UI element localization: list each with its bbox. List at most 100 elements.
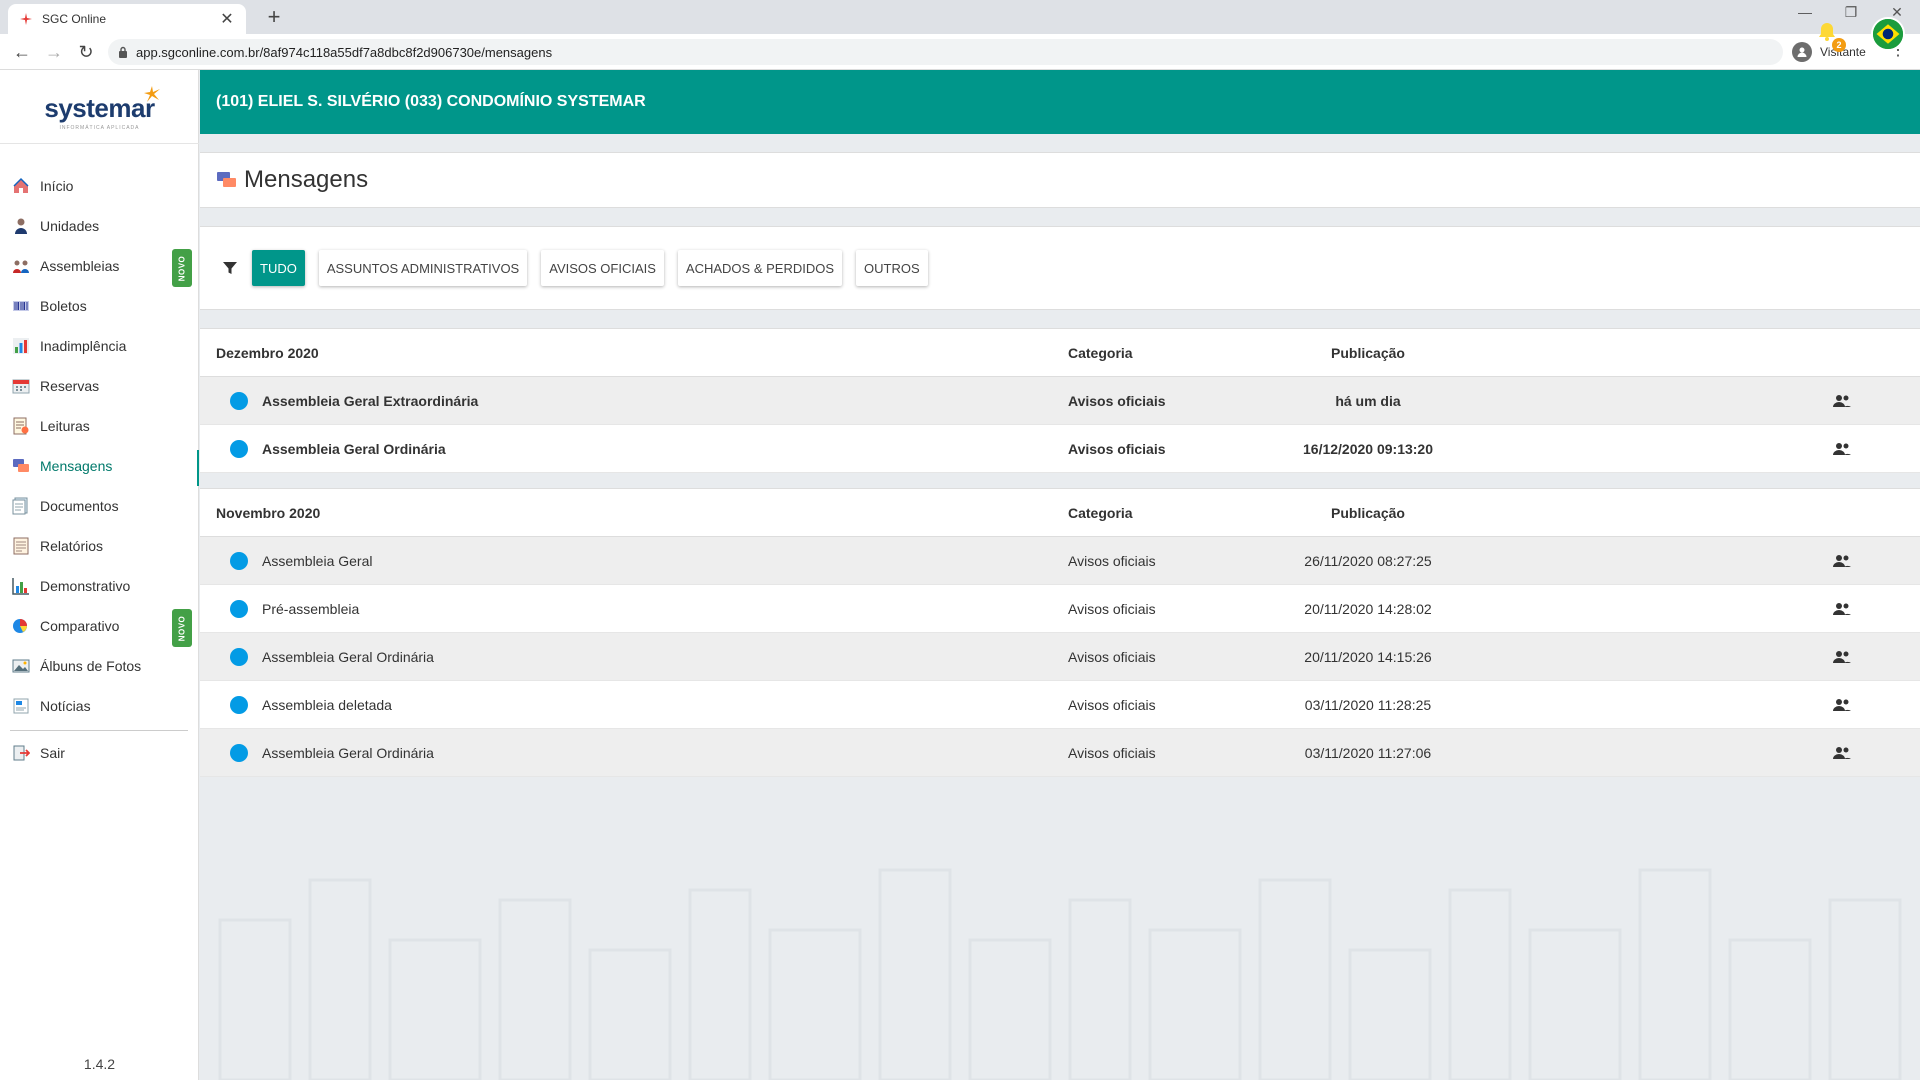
forward-icon[interactable]: → xyxy=(42,41,66,63)
message-row[interactable]: Assembleia Geral Extraordinária Avisos o… xyxy=(200,377,1920,425)
news-icon xyxy=(12,697,30,715)
sidebar-item-albuns[interactable]: Álbuns de Fotos xyxy=(0,646,198,686)
reload-icon[interactable]: ↻ xyxy=(74,41,98,63)
browser-tab[interactable]: SGC Online ✕ xyxy=(8,4,246,34)
message-dot-icon xyxy=(230,743,248,762)
sidebar-item-label: Mensagens xyxy=(40,458,113,474)
filter-assuntos-administrativos-button[interactable]: ASSUNTOS ADMINISTRATIVOS xyxy=(318,250,528,286)
filter-outros-button[interactable]: OUTROS xyxy=(856,250,928,286)
back-icon[interactable]: ← xyxy=(10,41,34,63)
message-row[interactable]: Assembleia Geral Avisos oficiais 26/11/2… xyxy=(200,537,1920,585)
sidebar-item-comparativo[interactable]: Comparativo NOVO xyxy=(0,606,198,647)
sidebar-item-noticias[interactable]: Notícias xyxy=(0,686,198,726)
browser-toolbar: ← → ↻ app.sgconline.com.br/8af974c118a55… xyxy=(0,34,1920,70)
sidebar-item-label: Relatórios xyxy=(40,538,104,554)
sidebar-item-label: Boletos xyxy=(40,298,87,314)
lock-icon xyxy=(118,46,128,58)
message-title: Pré-assembleia xyxy=(262,600,360,617)
message-category: Avisos oficiais xyxy=(1068,648,1156,665)
photo-icon xyxy=(12,657,30,675)
messages-icon xyxy=(216,169,238,191)
message-title: Assembleia deletada xyxy=(262,696,392,713)
novo-badge: NOVO xyxy=(172,249,192,287)
close-tab-icon[interactable]: ✕ xyxy=(218,9,236,29)
group-header: Dezembro 2020 Categoria Publicação xyxy=(200,329,1920,377)
filter-tudo-button[interactable]: TUDO xyxy=(252,250,305,286)
sidebar-item-documentos[interactable]: Documentos xyxy=(0,486,198,526)
chart-icon xyxy=(12,337,30,355)
message-category: Avisos oficiais xyxy=(1068,744,1156,761)
filter-bar: TUDO ASSUNTOS ADMINISTRATIVOS AVISOS OFI… xyxy=(200,226,1920,310)
new-tab-icon[interactable]: + xyxy=(262,6,286,28)
message-row[interactable]: Assembleia Geral Ordinária Avisos oficia… xyxy=(200,729,1920,777)
logo-text: systemar xyxy=(44,92,155,123)
sidebar-item-relatorios[interactable]: Relatórios xyxy=(0,526,198,566)
sidebar-item-label: Início xyxy=(40,178,74,194)
group-header: Novembro 2020 Categoria Publicação xyxy=(200,489,1920,537)
address-bar[interactable]: app.sgconline.com.br/8af974c118a55df7a8d… xyxy=(108,39,1783,65)
logo-star-icon xyxy=(143,79,161,110)
page-header: Mensagens xyxy=(200,152,1920,208)
sidebar-item-label: Sair xyxy=(40,745,65,761)
brazil-flag-icon[interactable] xyxy=(1871,17,1905,51)
message-row[interactable]: Assembleia Geral Ordinária Avisos oficia… xyxy=(200,425,1920,473)
recipients-icon[interactable] xyxy=(1830,645,1854,669)
message-row[interactable]: Pré-assembleia Avisos oficiais 20/11/202… xyxy=(200,585,1920,633)
message-date: 20/11/2020 14:28:02 xyxy=(1304,600,1432,617)
report-icon xyxy=(12,537,30,555)
sidebar-menu: Início Unidades Assembleias NOVO Boletos… xyxy=(0,166,199,726)
novo-badge: NOVO xyxy=(172,609,192,647)
header-title: (101) ELIEL S. SILVÉRIO (033) CONDOMÍNIO… xyxy=(216,93,646,110)
sidebar-item-label: Reservas xyxy=(40,378,100,394)
avatar-icon xyxy=(1792,42,1812,62)
pie-chart-icon xyxy=(12,617,30,635)
sidebar: systemar INFORMÁTICA APLICADA Início Uni… xyxy=(0,70,199,1080)
top-header: (101) ELIEL S. SILVÉRIO (033) CONDOMÍNIO… xyxy=(200,70,1920,134)
recipients-icon[interactable] xyxy=(1830,389,1854,413)
home-icon xyxy=(12,177,30,195)
sidebar-item-inicio[interactable]: Início xyxy=(0,166,198,206)
sidebar-item-mensagens[interactable]: Mensagens xyxy=(0,446,199,486)
sidebar-item-demonstrativo[interactable]: Demonstrativo xyxy=(0,566,198,606)
message-row[interactable]: Assembleia Geral Ordinária Avisos oficia… xyxy=(200,633,1920,681)
menu-divider xyxy=(10,730,188,731)
message-category: Avisos oficiais xyxy=(1068,600,1156,617)
sidebar-item-sair[interactable]: Sair xyxy=(0,733,198,773)
message-date: há um dia xyxy=(1335,392,1401,409)
filter-icon xyxy=(222,259,240,277)
restore-icon[interactable]: ❐ xyxy=(1836,4,1866,21)
group-month: Dezembro 2020 xyxy=(216,344,319,361)
meter-icon xyxy=(12,417,30,435)
systemar-favicon-icon xyxy=(18,11,34,27)
sidebar-item-reservas[interactable]: Reservas xyxy=(0,366,198,406)
message-row[interactable]: Assembleia deletada Avisos oficiais 03/1… xyxy=(200,681,1920,729)
message-title: Assembleia Geral Extraordinária xyxy=(262,392,479,409)
column-published-header: Publicação xyxy=(1331,504,1405,521)
message-title: Assembleia Geral Ordinária xyxy=(262,648,434,665)
systemar-logo[interactable]: systemar INFORMÁTICA APLICADA xyxy=(0,80,199,144)
recipients-icon[interactable] xyxy=(1830,597,1854,621)
city-skyline-background xyxy=(218,868,1902,1080)
column-category-header: Categoria xyxy=(1068,504,1133,521)
unread-dot-icon xyxy=(230,391,248,410)
sidebar-item-boletos[interactable]: Boletos xyxy=(0,286,198,326)
message-dot-icon xyxy=(230,647,248,666)
sidebar-item-label: Leituras xyxy=(40,418,90,434)
logo-subtitle: INFORMÁTICA APLICADA xyxy=(59,124,140,131)
filter-avisos-oficiais-button[interactable]: AVISOS OFICIAIS xyxy=(541,250,664,286)
filter-achados-perdidos-button[interactable]: ACHADOS & PERDIDOS xyxy=(677,250,843,286)
sidebar-item-unidades[interactable]: Unidades xyxy=(0,206,198,246)
logout-icon xyxy=(12,744,30,762)
sidebar-item-assembleias[interactable]: Assembleias NOVO xyxy=(0,246,198,287)
message-title: Assembleia Geral Ordinária xyxy=(262,744,434,761)
sidebar-item-inadimplencia[interactable]: Inadimplência xyxy=(0,326,198,366)
recipients-icon[interactable] xyxy=(1830,437,1854,461)
sidebar-item-label: Notícias xyxy=(40,698,91,714)
minimize-icon[interactable]: — xyxy=(1790,4,1820,20)
recipients-icon[interactable] xyxy=(1830,693,1854,717)
recipients-icon[interactable] xyxy=(1830,549,1854,573)
person-icon xyxy=(12,217,30,235)
message-group-novembro: Novembro 2020 Categoria Publicação Assem… xyxy=(200,488,1920,777)
recipients-icon[interactable] xyxy=(1830,741,1854,765)
sidebar-item-leituras[interactable]: Leituras xyxy=(0,406,198,446)
